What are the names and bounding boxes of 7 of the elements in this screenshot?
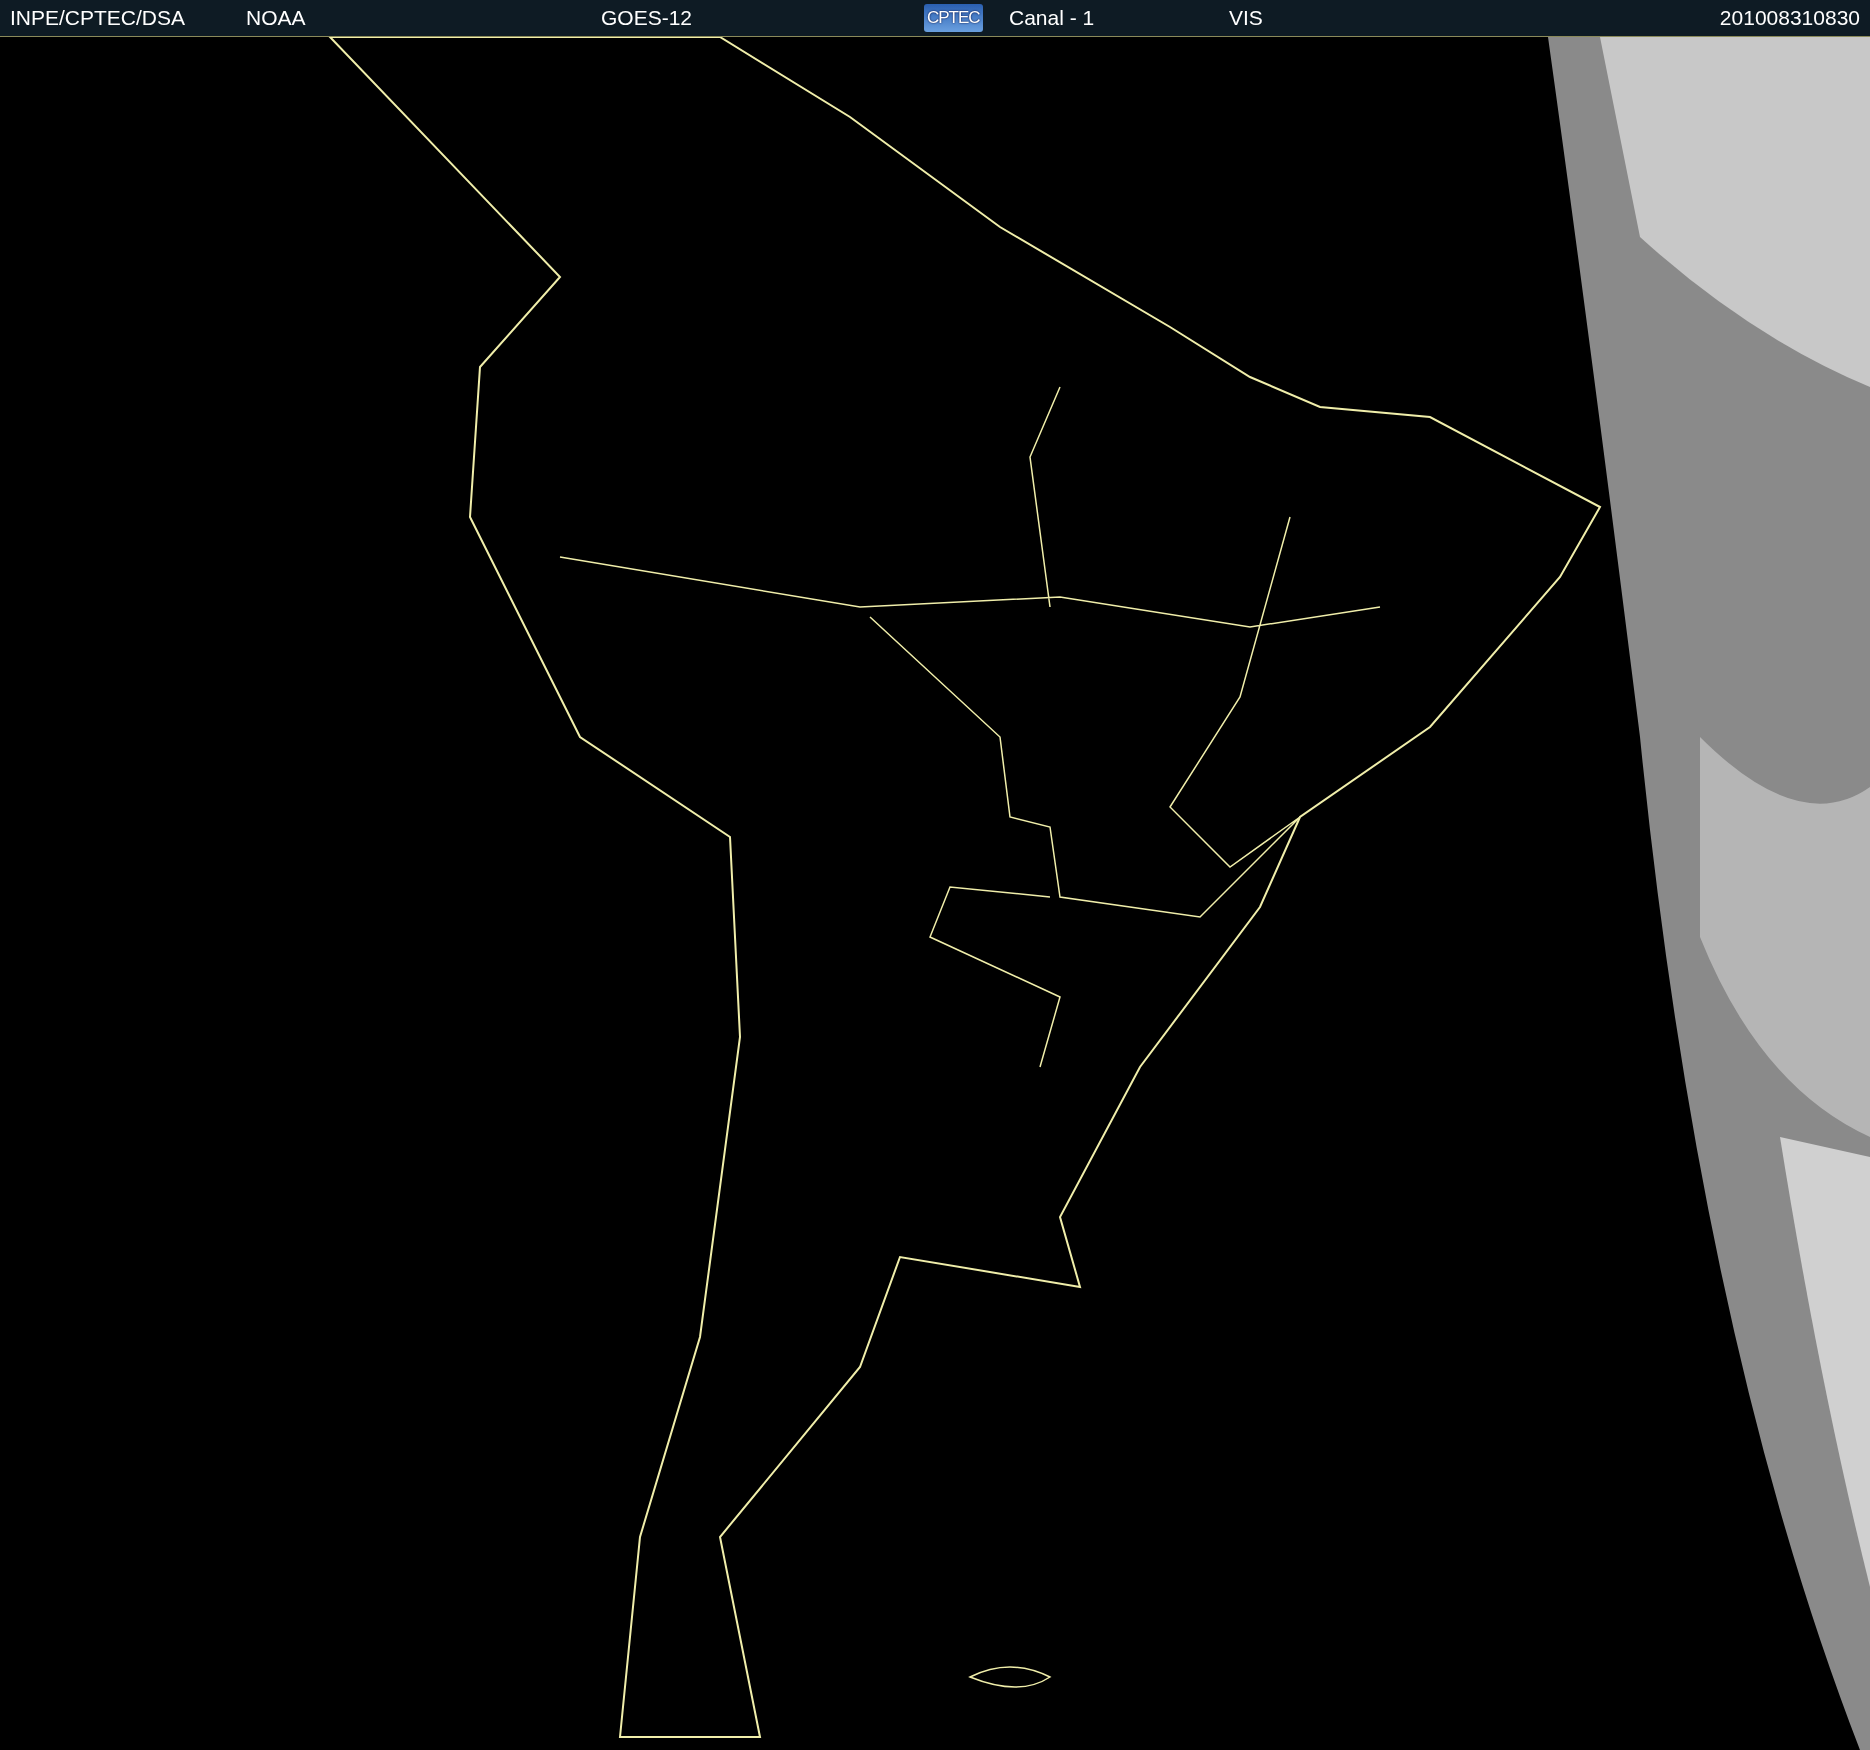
header-label: Canal - 1 [1009,6,1095,30]
header-label: 201008310830 [1719,6,1860,30]
header-label: NOAA [246,6,306,30]
header-label: INPE/CPTEC/DSA [10,6,186,30]
header-label: GOES-12 [601,6,693,30]
cptec-logo: CPTEC [924,4,983,32]
header-label: VIS [1229,6,1263,30]
